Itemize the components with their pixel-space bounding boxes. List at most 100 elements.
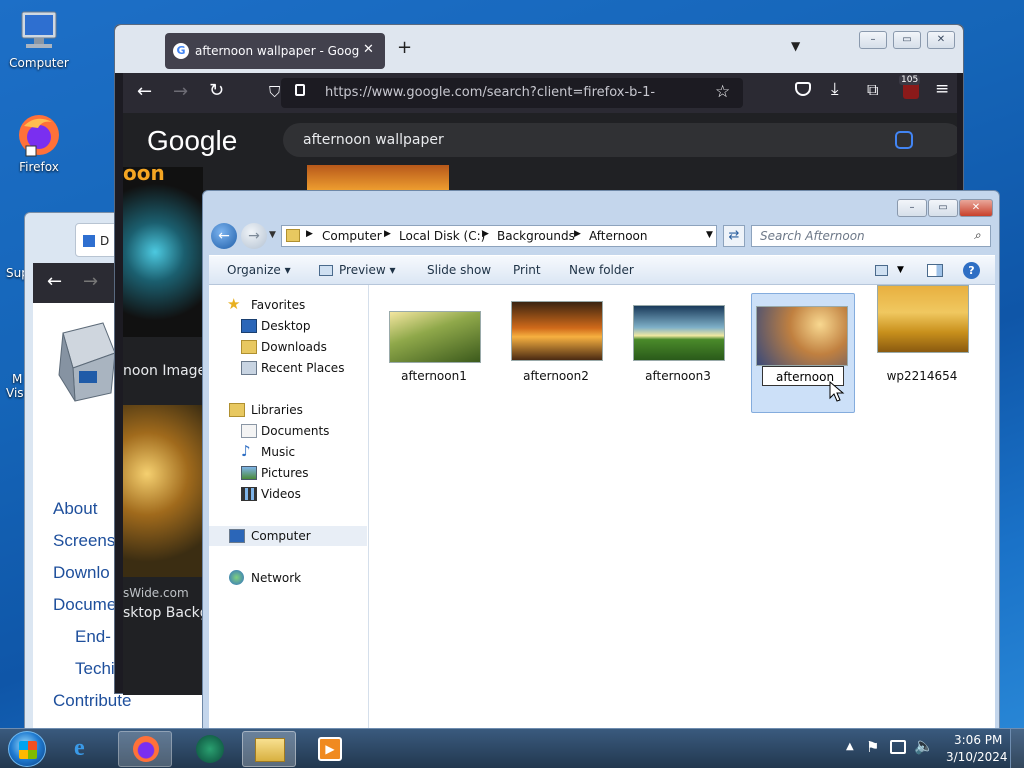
address-bar[interactable]: ▶ Computer ▶ Local Disk (C:) ▶ Backgroun… xyxy=(281,225,717,247)
tab-google-search[interactable]: G afternoon wallpaper - Google Se ✕ xyxy=(165,33,385,69)
url-bar[interactable]: ⛉ https://www.google.com/search?client=f… xyxy=(269,78,743,108)
firefox-taskbar-button[interactable] xyxy=(118,731,172,767)
nav-link-end-user[interactable]: End- xyxy=(75,627,111,647)
close-button[interactable]: ✕ xyxy=(959,199,993,217)
nav-music[interactable]: ♪ Music xyxy=(209,442,369,462)
menu-icon[interactable]: ≡ xyxy=(935,79,949,99)
minimize-button[interactable]: – xyxy=(859,31,887,49)
nav-link-downloads[interactable]: Downlo xyxy=(53,563,110,583)
nav-recent-places[interactable]: Recent Places xyxy=(209,358,369,378)
action-center-flag-icon[interactable]: ⚑ xyxy=(866,738,879,756)
new-tab-icon[interactable]: + xyxy=(397,37,412,58)
organize-button[interactable]: Organize ▾ xyxy=(227,263,291,277)
nav-network[interactable]: Network xyxy=(209,568,369,588)
image-result[interactable] xyxy=(307,165,449,191)
desktop-icon-firefox[interactable]: Firefox xyxy=(4,112,74,174)
virtualbox-logo-icon xyxy=(53,313,123,403)
navigation-pane: ★ Favorites Desktop Downloads Recent Pla… xyxy=(209,285,369,729)
tab-list-chevron-icon[interactable]: ▼ xyxy=(791,39,800,53)
nav-pictures[interactable]: Pictures xyxy=(209,463,369,483)
preview-pane-icon[interactable] xyxy=(927,264,943,277)
address-dropdown-icon[interactable]: ▼ xyxy=(706,230,713,240)
back-button[interactable]: ← xyxy=(211,223,237,249)
image-result[interactable] xyxy=(123,167,203,337)
new-folder-button[interactable]: New folder xyxy=(569,263,634,277)
show-hidden-icons-icon[interactable]: ▲ xyxy=(846,741,854,752)
download-icon[interactable]: ⤓ xyxy=(831,79,839,99)
search-icon[interactable]: ⌕ xyxy=(974,228,981,243)
forward-button[interactable]: → xyxy=(241,223,267,249)
virtualbox-taskbar-button[interactable]: ▶ xyxy=(304,731,358,767)
image-result-text: oon xyxy=(123,161,165,185)
file-item[interactable]: afternoon3 xyxy=(623,295,733,385)
nav-downloads[interactable]: Downloads xyxy=(209,337,369,357)
image-result-caption: sktop Backg xyxy=(123,605,209,621)
bookmark-star-icon[interactable]: ☆ xyxy=(715,82,730,102)
close-button[interactable]: ✕ xyxy=(927,31,955,49)
breadcrumb-computer[interactable]: Computer xyxy=(322,229,382,243)
recent-pages-chevron-icon[interactable]: ▼ xyxy=(269,230,276,240)
search-input[interactable]: Search Afternoon ⌕ xyxy=(751,225,991,247)
pictures-icon xyxy=(241,466,257,480)
back-icon[interactable]: ← xyxy=(47,271,62,292)
file-name: afternoon2 xyxy=(523,369,589,383)
breadcrumb-afternoon[interactable]: Afternoon xyxy=(589,229,648,243)
image-result[interactable] xyxy=(123,405,203,577)
breadcrumb-local-disk[interactable]: Local Disk (C:) xyxy=(399,229,485,243)
pocket-icon[interactable] xyxy=(795,82,811,96)
file-item[interactable]: wp2214654 xyxy=(867,285,977,385)
internet-explorer-taskbar-button[interactable]: e xyxy=(60,731,114,767)
network-tray-icon[interactable] xyxy=(890,740,906,754)
google-lens-icon[interactable] xyxy=(895,131,913,149)
print-button[interactable]: Print xyxy=(513,263,541,277)
nav-libraries[interactable]: Libraries xyxy=(209,400,369,420)
search-input[interactable]: afternoon wallpaper xyxy=(283,123,957,157)
volume-muted-icon[interactable]: 🔈 xyxy=(914,736,934,755)
file-name: afternoon3 xyxy=(645,369,711,383)
back-icon[interactable]: ← xyxy=(137,81,152,102)
firefox-toolbar: ← → ↻ ⛉ https://www.google.com/search?cl… xyxy=(123,73,957,113)
nav-computer[interactable]: Computer xyxy=(209,526,367,546)
nav-link-about[interactable]: About xyxy=(53,499,97,519)
internet-explorer-icon: e xyxy=(74,735,85,761)
nav-favorites[interactable]: ★ Favorites xyxy=(209,295,369,315)
show-desktop-button[interactable] xyxy=(1010,729,1024,768)
preview-button[interactable]: Preview ▾ xyxy=(339,263,396,277)
close-tab-icon[interactable]: ✕ xyxy=(363,42,374,57)
lock-icon[interactable] xyxy=(295,84,305,96)
nav-link-documentation[interactable]: Docume xyxy=(53,595,116,615)
view-options-icon[interactable] xyxy=(875,265,888,276)
downloads-folder-icon xyxy=(241,340,257,354)
refresh-button[interactable]: ⇄ xyxy=(723,225,745,247)
nav-desktop[interactable]: Desktop xyxy=(209,316,369,336)
nav-link-contribute[interactable]: Contribute xyxy=(53,691,131,711)
videos-icon xyxy=(241,487,257,501)
firefox-icon xyxy=(133,736,159,762)
explorer-window[interactable]: – ▭ ✕ ← → ▼ ▶ Computer ▶ Local Disk (C:)… xyxy=(202,190,1000,730)
nav-documents[interactable]: Documents xyxy=(209,421,369,441)
media-player-taskbar-button[interactable] xyxy=(184,731,238,767)
forward-icon[interactable]: → xyxy=(83,271,98,292)
maximize-button[interactable]: ▭ xyxy=(893,31,921,49)
reload-icon[interactable]: ↻ xyxy=(209,80,224,101)
breadcrumb-backgrounds[interactable]: Backgrounds xyxy=(497,229,575,243)
extensions-icon[interactable]: ⧉ xyxy=(867,80,878,100)
file-item[interactable]: afternoon2 xyxy=(501,295,611,385)
explorer-taskbar-button[interactable] xyxy=(242,731,296,767)
file-item[interactable]: afternoon1 xyxy=(379,295,489,385)
minimize-button[interactable]: – xyxy=(897,199,927,217)
slideshow-button[interactable]: Slide show xyxy=(427,263,491,277)
nav-link-screenshots[interactable]: Screens xyxy=(53,531,115,551)
nav-videos[interactable]: Videos xyxy=(209,484,369,504)
shield-icon[interactable]: ⛉ xyxy=(269,83,280,101)
forward-icon[interactable]: → xyxy=(173,81,188,102)
maximize-button[interactable]: ▭ xyxy=(928,199,958,217)
start-button[interactable] xyxy=(8,731,46,767)
view-options-chevron-icon[interactable]: ▼ xyxy=(897,265,904,275)
video-player-icon: ▶ xyxy=(318,737,342,761)
nav-link-technical[interactable]: Techi xyxy=(75,659,115,679)
help-icon[interactable]: ? xyxy=(963,262,980,279)
clock-time[interactable]: 3:06 PM xyxy=(954,733,1002,747)
desktop-icon-computer[interactable]: Computer xyxy=(4,10,74,70)
clock-date[interactable]: 3/10/2024 xyxy=(946,750,1008,764)
